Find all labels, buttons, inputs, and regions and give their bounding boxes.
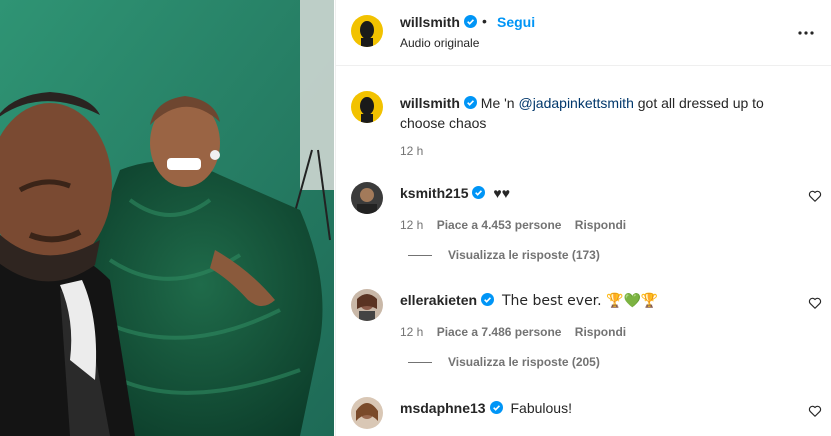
comment-text: ellerakieten The best ever. 🏆💚🏆 [400,290,658,311]
view-replies-label[interactable]: Visualizza le risposte (205) [448,355,600,369]
commenter-avatar[interactable] [351,289,383,321]
follow-button[interactable]: Segui [497,14,535,30]
author-avatar[interactable] [351,15,383,47]
view-replies-button[interactable]: Visualizza le risposte (205) [408,355,600,369]
heart-outline-icon[interactable] [808,189,822,203]
view-replies-button[interactable]: Visualizza le risposte (173) [408,248,600,262]
verified-badge-icon [481,293,495,306]
commenter-username[interactable]: msdaphne13 [400,400,486,416]
post-details-panel: willsmith • Segui Audio originale willsm… [335,0,831,436]
replies-divider-line [408,362,432,364]
verified-badge-icon [463,15,477,28]
caption-timestamp[interactable]: 12 h [400,144,423,158]
comment-meta: 12 h Piace a 7.486 persone Rispondi [400,325,636,339]
more-options-icon[interactable] [796,24,816,42]
heart-outline-icon[interactable] [808,296,822,310]
comment-body: ♥♥ [493,185,510,201]
post-media[interactable] [0,0,334,436]
replies-divider-line [408,255,432,257]
post-photo [0,0,334,436]
comment-body: The best ever. 🏆💚🏆 [501,293,659,309]
comment-likes-count[interactable]: Piace a 4.453 persone [437,218,562,232]
reply-button[interactable]: Rispondi [575,218,626,232]
commenter-username[interactable]: ellerakieten [400,292,477,308]
caption-mention-link[interactable]: @jadapinkettsmith [518,95,633,111]
separator-dot: • [482,13,487,29]
view-replies-label[interactable]: Visualizza le risposte (173) [448,248,600,262]
caption-avatar[interactable] [351,91,383,123]
comment-timestamp[interactable]: 12 h [400,325,423,339]
commenter-avatar[interactable] [351,397,383,429]
post-caption: willsmith Me 'n @jadapinkettsmith got al… [400,93,800,133]
verified-badge-icon [463,96,477,109]
comment-text: msdaphne13 Fabulous! [400,398,572,418]
author-username-text[interactable]: willsmith [400,14,460,30]
comment-text: ksmith215 ♥♥ [400,183,510,203]
author-username[interactable]: willsmith [400,14,477,30]
comment-timestamp[interactable]: 12 h [400,218,423,232]
commenter-avatar[interactable] [351,182,383,214]
reply-button[interactable]: Rispondi [575,325,626,339]
post-header: willsmith • Segui Audio originale [336,0,831,66]
caption-text-before: Me 'n [480,95,519,111]
comment-body: Fabulous! [510,400,572,416]
commenter-username[interactable]: ksmith215 [400,185,468,201]
comment-likes-count[interactable]: Piace a 7.486 persone [437,325,562,339]
verified-badge-icon [472,186,486,199]
comment-meta: 12 h Piace a 4.453 persone Rispondi [400,218,636,232]
caption-username[interactable]: willsmith [400,95,460,111]
verified-badge-icon [489,401,503,414]
heart-outline-icon[interactable] [808,404,822,418]
audio-label[interactable]: Audio originale [400,36,479,50]
